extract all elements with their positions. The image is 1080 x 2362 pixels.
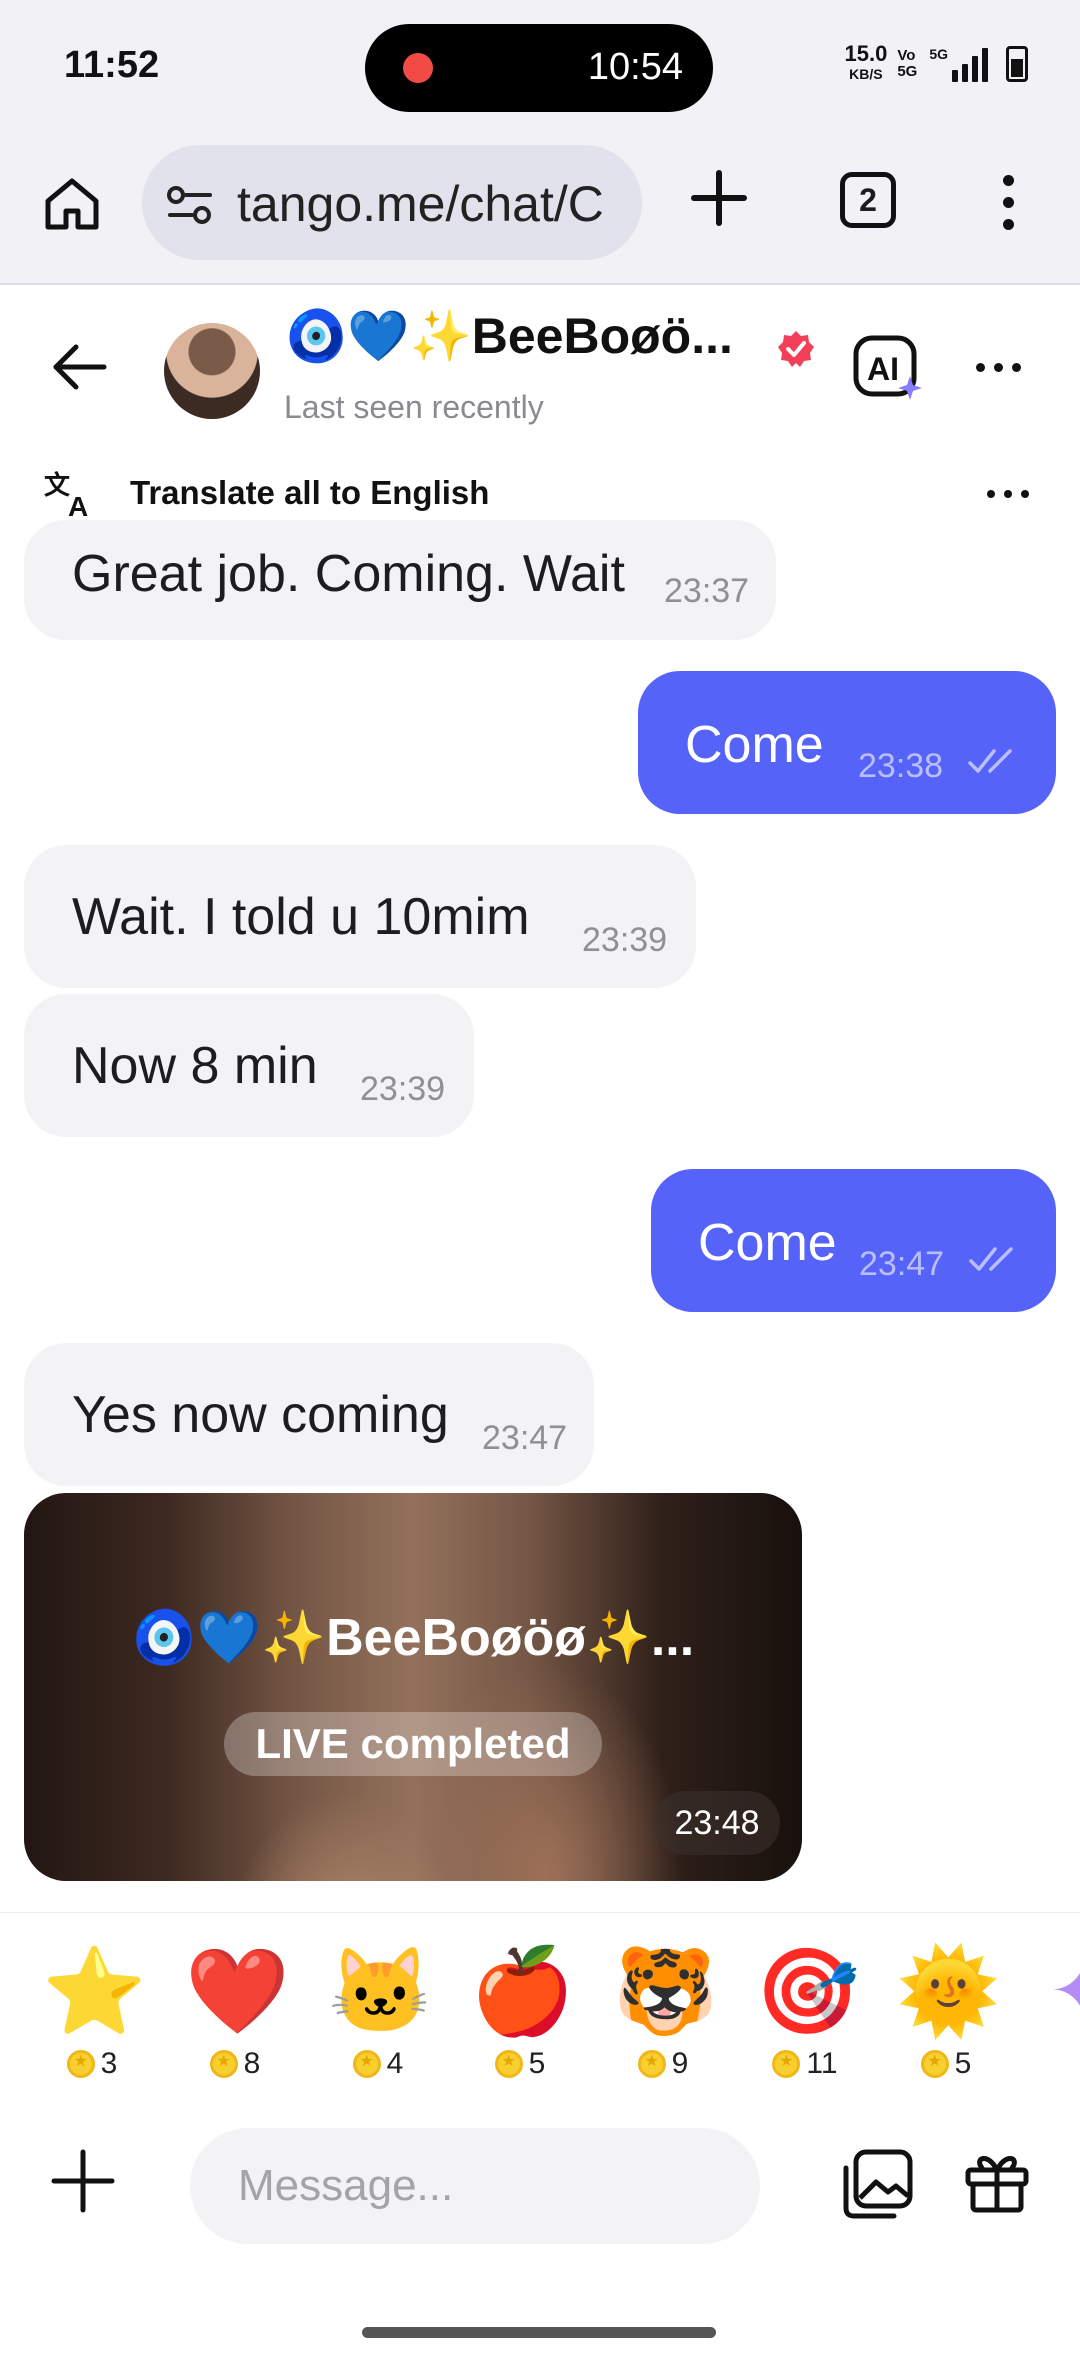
translate-icon[interactable]: 文 A bbox=[42, 464, 98, 520]
message-time: 23:38 bbox=[858, 747, 944, 785]
svg-text:文: 文 bbox=[44, 470, 71, 500]
gift-item[interactable]: 🍎 5 bbox=[460, 1941, 580, 2081]
gift-price: 11 bbox=[806, 2047, 838, 2080]
ai-assistant-icon[interactable]: AI bbox=[852, 332, 926, 402]
island-time: 10:54 bbox=[587, 46, 683, 88]
back-arrow-icon[interactable] bbox=[50, 342, 110, 392]
battery-icon bbox=[1006, 46, 1028, 82]
gift-price: 5 bbox=[528, 2047, 546, 2080]
recording-dot-icon bbox=[403, 53, 433, 83]
message-time: 23:37 bbox=[664, 572, 750, 610]
live-stream-card[interactable]: 🧿💙✨BeeBoøöø✨... LIVE completed 23:48 bbox=[24, 1493, 802, 1881]
chat-header: 🧿💙✨BeeBoøö... Last seen recently AI bbox=[0, 287, 1080, 452]
gift-item[interactable]: 🐱 4 bbox=[318, 1941, 438, 2081]
target-gift-icon: 🎯 bbox=[755, 1944, 860, 2038]
contact-avatar[interactable] bbox=[164, 323, 260, 419]
gift-item-partial[interactable]: ✦ bbox=[1024, 1941, 1080, 2041]
message-bubble-incoming[interactable]: Great job. Coming. Wait 23:37 bbox=[24, 520, 776, 640]
translate-all-button[interactable]: Translate all to English bbox=[130, 474, 489, 512]
gift-strip: ⭐ 3 ❤️ 8 🐱 4 🍎 5 🐯 9 🎯 11 🌞 5 ✦ bbox=[0, 1912, 1080, 2102]
coin-icon bbox=[772, 2050, 801, 2078]
message-bubble-incoming[interactable]: Yes now coming 23:47 bbox=[24, 1343, 594, 1486]
star-gift-icon: ⭐ bbox=[42, 1944, 147, 2038]
gift-price: 3 bbox=[100, 2047, 118, 2080]
sparkle-gift-icon: ✦ bbox=[1034, 1941, 1080, 2041]
add-attachment-icon[interactable] bbox=[50, 2148, 116, 2214]
message-bubble-incoming[interactable]: Now 8 min 23:39 bbox=[24, 994, 474, 1137]
message-text: Come bbox=[698, 1214, 837, 1272]
home-indicator[interactable] bbox=[362, 2327, 716, 2338]
chat-more-button[interactable] bbox=[968, 347, 1028, 387]
status-icons: 15.0 KB/S Vo 5G 5G bbox=[844, 41, 1028, 84]
live-streamer-name: 🧿💙✨BeeBoøöø✨... bbox=[131, 1609, 695, 1667]
verified-badge-icon bbox=[778, 331, 814, 367]
tab-switcher-button[interactable]: 2 bbox=[840, 172, 896, 228]
coin-icon bbox=[494, 2050, 523, 2078]
sun-gift-icon: 🌞 bbox=[896, 1944, 1001, 2038]
home-icon[interactable] bbox=[40, 171, 104, 235]
gift-price: 8 bbox=[243, 2047, 261, 2080]
apple-gift-icon: 🍎 bbox=[470, 1944, 575, 2038]
message-text: Come bbox=[685, 716, 824, 774]
svg-text:AI: AI bbox=[867, 351, 899, 387]
gift-icon[interactable] bbox=[964, 2148, 1030, 2214]
volte-label: Vo 5G bbox=[897, 47, 918, 80]
message-bubble-incoming[interactable]: Wait. I told u 10mim 23:39 bbox=[24, 845, 696, 988]
coin-icon bbox=[66, 2050, 95, 2078]
message-input[interactable] bbox=[190, 2128, 760, 2244]
browser-toolbar: tango.me/chat/C 2 bbox=[0, 135, 1080, 285]
site-settings-icon[interactable] bbox=[166, 185, 214, 225]
translate-more-button[interactable] bbox=[978, 474, 1038, 514]
message-bubble-outgoing[interactable]: Come 23:38 bbox=[638, 671, 1056, 814]
message-time: 23:47 bbox=[482, 1419, 568, 1457]
coin-icon bbox=[920, 2050, 949, 2078]
status-time: 11:52 bbox=[64, 44, 160, 86]
dynamic-island: 10:54 bbox=[365, 24, 713, 112]
message-bubble-outgoing[interactable]: Come 23:47 bbox=[651, 1169, 1056, 1312]
live-status-badge: LIVE completed bbox=[224, 1712, 602, 1776]
live-card-time: 23:48 bbox=[654, 1791, 780, 1855]
message-time: 23:39 bbox=[360, 1070, 446, 1108]
tiger-gift-icon: 🐯 bbox=[613, 1944, 718, 2038]
browser-menu-icon[interactable] bbox=[988, 171, 1028, 235]
gift-item[interactable]: 🐯 9 bbox=[603, 1941, 723, 2081]
contact-status: Last seen recently bbox=[284, 389, 544, 425]
message-text: Great job. Coming. Wait bbox=[72, 545, 625, 603]
gift-item[interactable]: 🎯 11 bbox=[745, 1941, 865, 2081]
svg-text:A: A bbox=[68, 491, 88, 520]
gift-price: 5 bbox=[954, 2047, 972, 2080]
gift-item[interactable]: ❤️ 8 bbox=[175, 1941, 295, 2081]
gift-price: 4 bbox=[386, 2047, 404, 2080]
gift-price: 9 bbox=[671, 2047, 689, 2080]
net-speed: 15.0 KB/S bbox=[844, 41, 888, 83]
new-tab-icon[interactable] bbox=[688, 167, 750, 229]
message-composer bbox=[0, 2102, 1080, 2262]
gift-item[interactable]: ⭐ 3 bbox=[32, 1941, 152, 2081]
cat-gift-icon: 🐱 bbox=[328, 1944, 433, 2038]
gallery-icon[interactable] bbox=[842, 2148, 914, 2220]
address-bar[interactable]: tango.me/chat/C bbox=[142, 145, 642, 260]
url-text: tango.me/chat/C bbox=[237, 176, 604, 232]
gift-item[interactable]: 🌞 5 bbox=[886, 1941, 1006, 2081]
coin-icon bbox=[209, 2050, 238, 2078]
read-receipt-icon bbox=[968, 749, 1012, 773]
coin-icon bbox=[637, 2050, 666, 2078]
message-text: Yes now coming bbox=[72, 1386, 449, 1444]
signal-icon: 5G bbox=[929, 46, 988, 82]
coin-icon bbox=[352, 2050, 381, 2078]
contact-name[interactable]: 🧿💙✨BeeBoøö... bbox=[285, 307, 733, 366]
status-bar: 11:52 10:54 15.0 KB/S Vo 5G 5G bbox=[0, 0, 1080, 135]
message-text: Now 8 min bbox=[72, 1037, 318, 1095]
message-time: 23:39 bbox=[582, 921, 668, 959]
read-receipt-icon bbox=[969, 1247, 1013, 1271]
message-text: Wait. I told u 10mim bbox=[72, 888, 530, 946]
message-time: 23:47 bbox=[859, 1245, 945, 1283]
heart-gift-icon: ❤️ bbox=[185, 1944, 290, 2038]
